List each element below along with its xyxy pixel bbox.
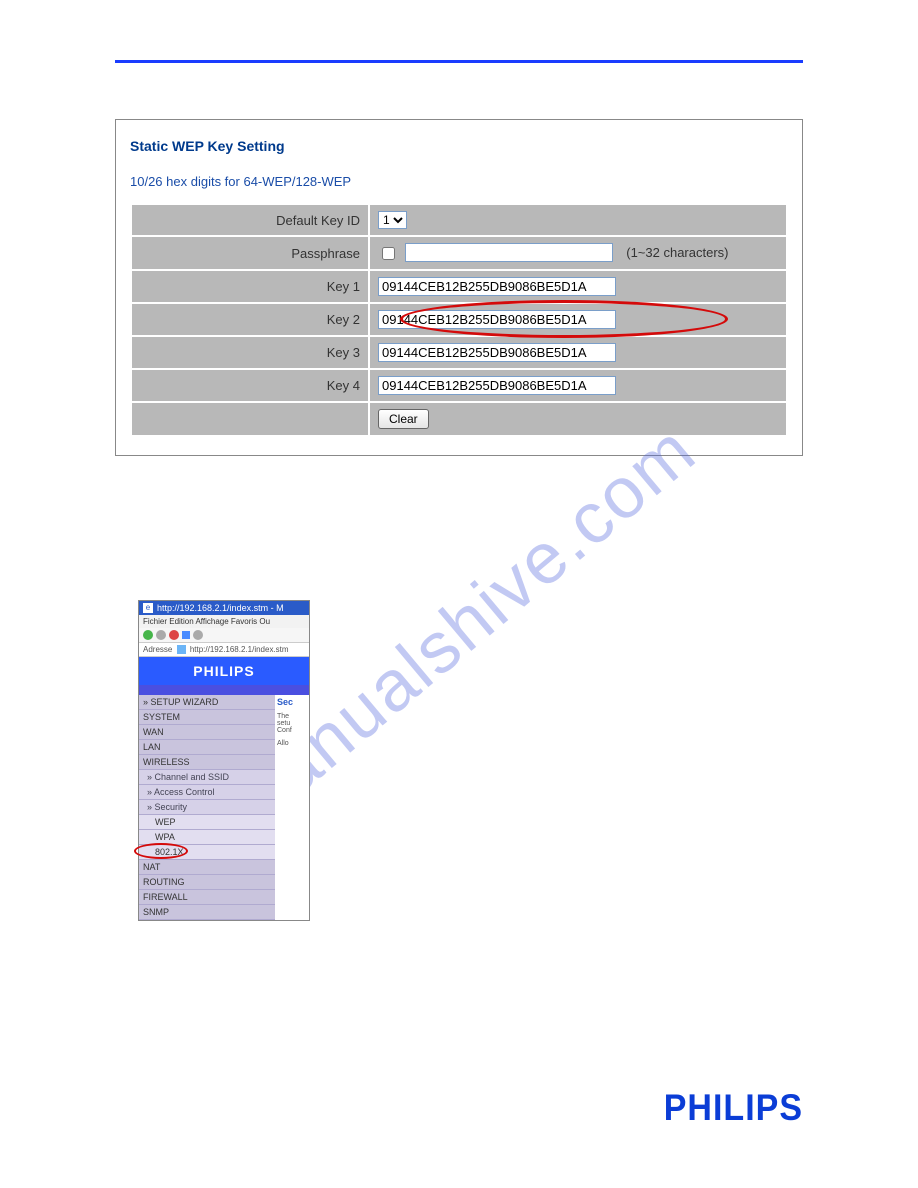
browser-menubar: Fichier Edition Affichage Favoris Ou [139,615,309,628]
nav-item[interactable]: ROUTING [139,875,275,890]
browser-title: http://192.168.2.1/index.stm - M [157,603,284,613]
nav-item[interactable]: » Channel and SSID [139,770,275,785]
passphrase-hint: (1~32 characters) [626,245,728,260]
key4-label: Key 4 [131,369,369,402]
router-nav: » SETUP WIZARDSYSTEMWANLANWIRELESS» Chan… [139,695,309,920]
wep-form-table: Default Key ID 1 Passphrase (1~32 charac… [130,203,788,437]
content-text-4: Allo [277,740,307,747]
nav-item[interactable]: » Security [139,800,275,815]
key2-input[interactable] [378,310,616,329]
nav-item[interactable]: NAT [139,860,275,875]
stop-icon[interactable] [169,630,179,640]
nav-item[interactable]: WAN [139,725,275,740]
back-icon[interactable] [143,630,153,640]
default-key-id-select[interactable]: 1 [378,211,407,229]
address-label: Adresse [143,645,172,654]
passphrase-label: Passphrase [131,236,369,270]
nav-item[interactable]: SYSTEM [139,710,275,725]
nav-item[interactable]: » SETUP WIZARD [139,695,275,710]
header-band [139,685,309,695]
content-text-1: The [277,713,307,720]
nav-item[interactable]: WEP [139,815,275,830]
philips-header-logo: PHILIPS [139,657,309,685]
key2-label: Key 2 [131,303,369,336]
panel-subtitle: 10/26 hex digits for 64-WEP/128-WEP [130,174,788,189]
panel-title: Static WEP Key Setting [130,138,788,154]
nav-item[interactable]: » Access Control [139,785,275,800]
key1-label: Key 1 [131,270,369,303]
clear-row-spacer [131,402,369,436]
content-pane: Sec The setu Conf Allo [275,695,309,920]
nav-item[interactable]: WIRELESS [139,755,275,770]
passphrase-checkbox[interactable] [382,247,395,260]
nav-item[interactable]: FIREWALL [139,890,275,905]
browser-address-bar: Adresse http://192.168.2.1/index.stm [139,643,309,657]
browser-titlebar: e http://192.168.2.1/index.stm - M [139,601,309,615]
clear-button[interactable]: Clear [378,409,429,429]
wep-settings-panel: Static WEP Key Setting 10/26 hex digits … [115,119,803,456]
refresh-icon[interactable] [182,631,190,639]
nav-item[interactable]: WPA [139,830,275,845]
key4-input[interactable] [378,376,616,395]
default-key-id-label: Default Key ID [131,204,369,236]
browser-toolbar [139,628,309,643]
key3-input[interactable] [378,343,616,362]
page-header-rule [115,60,803,63]
forward-icon[interactable] [156,630,166,640]
ie-icon: e [143,603,153,613]
content-heading: Sec [277,697,307,707]
home-icon[interactable] [193,630,203,640]
key1-input[interactable] [378,277,616,296]
nav-item[interactable]: SNMP [139,905,275,920]
nav-item[interactable]: 802.1X [139,845,275,860]
page-icon [177,645,186,654]
content-text-2: setu [277,720,307,727]
nav-item[interactable]: LAN [139,740,275,755]
key3-label: Key 3 [131,336,369,369]
content-text-3: Conf [277,727,307,734]
philips-footer-logo: PHILIPS [664,1087,803,1130]
passphrase-input[interactable] [405,243,613,262]
browser-screenshot: e http://192.168.2.1/index.stm - M Fichi… [138,600,310,921]
address-value: http://192.168.2.1/index.stm [190,645,289,654]
